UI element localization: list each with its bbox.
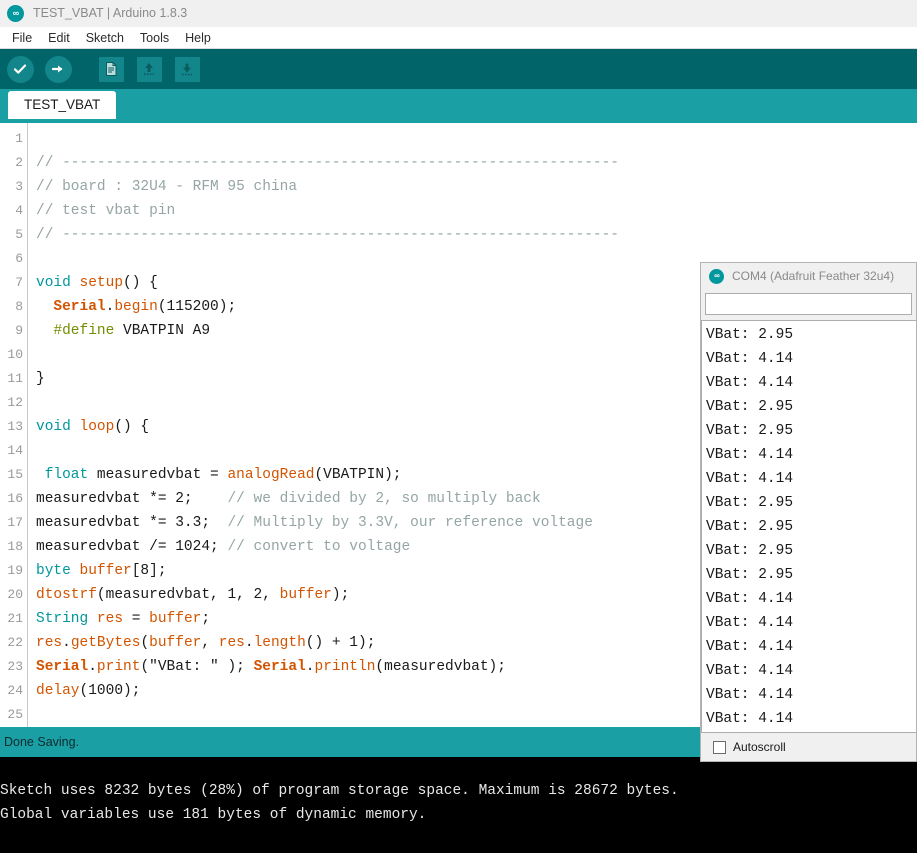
serial-output-line: VBat: 4.14 [706, 375, 794, 391]
serial-output-line: VBat: 2.95 [706, 399, 794, 415]
line-number: 23 [7, 659, 23, 674]
serial-output-line: VBat: 2.95 [706, 567, 794, 583]
line-number: 14 [7, 443, 23, 458]
serial-output-line: VBat: 4.14 [706, 711, 794, 727]
serial-output-line: VBat: 2.95 [706, 543, 794, 559]
line-number: 15 [7, 467, 23, 482]
line-number: 2 [15, 155, 23, 170]
sketch-tab-test-vbat[interactable]: TEST_VBAT [8, 91, 117, 119]
checkmark-icon [6, 55, 34, 83]
line-number: 25 [7, 707, 23, 722]
menu-item-tools[interactable]: Tools [132, 29, 177, 47]
console-output: Sketch uses 8232 bytes (28%) of program … [0, 757, 917, 853]
serial-monitor-footer: Autoscroll [701, 733, 916, 761]
serial-output-line: VBat: 4.14 [706, 687, 794, 703]
console-line: Global variables use 181 bytes of dynami… [0, 807, 427, 823]
line-number: 12 [7, 395, 23, 410]
line-number: 9 [15, 323, 23, 338]
up-arrow-icon [136, 56, 162, 82]
line-number: 22 [7, 635, 23, 650]
serial-output-line: VBat: 4.14 [706, 351, 794, 367]
line-number: 1 [15, 131, 23, 146]
serial-output-line: VBat: 4.14 [706, 615, 794, 631]
code-line: // -------------------------------------… [36, 155, 619, 171]
sketch-tab-bar: TEST_VBAT [0, 89, 917, 119]
new-button[interactable] [95, 53, 127, 85]
arduino-logo-glyph: ∞ [714, 271, 720, 280]
line-number: 8 [15, 299, 23, 314]
upload-button[interactable] [42, 53, 74, 85]
line-number: 7 [15, 275, 23, 290]
status-message: Done Saving. [4, 735, 80, 749]
arduino-logo-glyph: ∞ [12, 7, 20, 18]
menu-item-help[interactable]: Help [177, 29, 219, 47]
line-number-gutter: 1 2 3 4 5 6 7 8 9 10 11 12 13 14 15 16 1… [0, 123, 28, 727]
arduino-logo-icon: ∞ [7, 4, 24, 22]
line-number: 17 [7, 515, 23, 530]
console-line: Sketch uses 8232 bytes (28%) of program … [0, 783, 679, 799]
open-button[interactable] [133, 53, 165, 85]
serial-monitor-title-bar: ∞ COM4 (Adafruit Feather 32u4) [701, 263, 916, 289]
line-number: 24 [7, 683, 23, 698]
serial-output-line: VBat: 2.95 [706, 495, 794, 511]
autoscroll-label: Autoscroll [733, 740, 786, 754]
serial-output-line: VBat: 2.95 [706, 423, 794, 439]
right-arrow-icon [44, 55, 72, 83]
serial-output-line: VBat: 2.95 [706, 327, 794, 343]
serial-output-line: VBat: 4.14 [706, 639, 794, 655]
serial-monitor-window: ∞ COM4 (Adafruit Feather 32u4) VBat: 2.9… [700, 262, 917, 762]
line-number: 19 [7, 563, 23, 578]
line-number: 13 [7, 419, 23, 434]
verify-button[interactable] [4, 53, 36, 85]
line-number: 5 [15, 227, 23, 242]
line-number: 20 [7, 587, 23, 602]
serial-send-input[interactable] [705, 293, 912, 315]
serial-output-line: VBat: 4.14 [706, 591, 794, 607]
line-number: 11 [7, 371, 23, 386]
serial-output-line: VBat: 4.14 [706, 663, 794, 679]
autoscroll-checkbox[interactable] [713, 740, 726, 754]
serial-output-line: VBat: 4.14 [706, 471, 794, 487]
code-line: // test vbat pin [36, 203, 176, 219]
new-document-icon [98, 56, 124, 82]
serial-output-line: VBat: 4.14 [706, 447, 794, 463]
line-number: 18 [7, 539, 23, 554]
arduino-logo-icon: ∞ [709, 268, 724, 284]
window-title: TEST_VBAT | Arduino 1.8.3 [33, 6, 188, 20]
down-arrow-icon [174, 56, 200, 82]
menu-item-sketch[interactable]: Sketch [78, 29, 132, 47]
menu-bar: File Edit Sketch Tools Help [0, 27, 917, 49]
line-number: 16 [7, 491, 23, 506]
code-line: // -------------------------------------… [36, 227, 619, 243]
code-line: // board : 32U4 - RFM 95 china [36, 179, 298, 195]
serial-monitor-title: COM4 (Adafruit Feather 32u4) [732, 269, 895, 283]
serial-output-log[interactable]: VBat: 2.95 VBat: 4.14 VBat: 4.14 VBat: 2.95… [701, 320, 916, 733]
line-number: 4 [15, 203, 23, 218]
toolbar [0, 49, 917, 89]
serial-send-row [701, 289, 916, 320]
save-button[interactable] [171, 53, 203, 85]
line-number: 10 [7, 347, 23, 362]
line-number: 6 [15, 251, 23, 266]
serial-output-line: VBat: 2.95 [706, 519, 794, 535]
menu-item-file[interactable]: File [4, 29, 40, 47]
arduino-ide-window: ∞ TEST_VBAT | Arduino 1.8.3 File Edit Sk… [0, 0, 917, 858]
menu-item-edit[interactable]: Edit [40, 29, 78, 47]
line-number: 3 [15, 179, 23, 194]
sketch-tab-label: TEST_VBAT [24, 97, 101, 112]
title-bar: ∞ TEST_VBAT | Arduino 1.8.3 [0, 0, 917, 27]
line-number: 21 [7, 611, 23, 626]
